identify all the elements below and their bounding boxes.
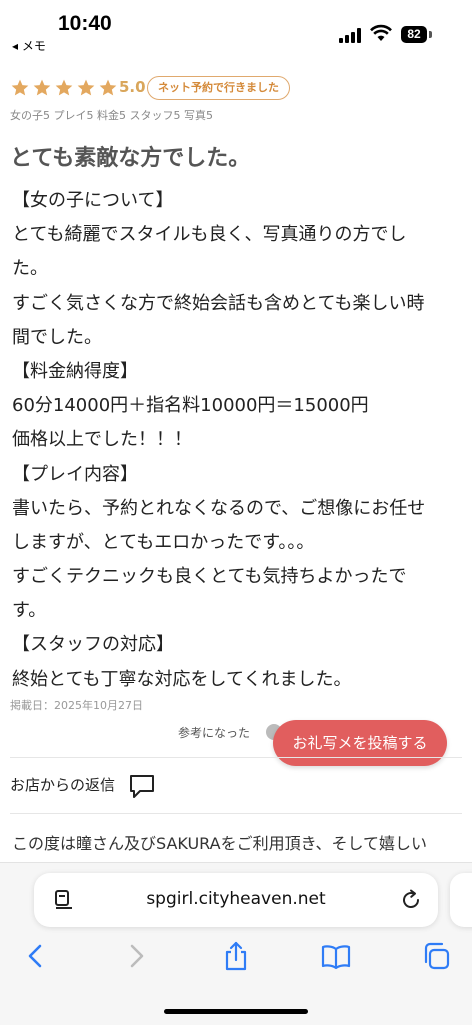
signal-icon [339,27,363,43]
star-icon [77,79,95,96]
review-line: とても綺麗でスタイルも良く、写真通りの方でし [12,224,407,246]
category-scores: 女の子5 プレイ5 料金5 スタッフ5 写真5 [10,109,213,122]
tabs-icon[interactable] [420,940,452,972]
review-line: 終始とても丁寧な対応をしてくれました。 [12,668,352,690]
helpful-label: 参考になった [178,726,251,740]
star-rating [10,78,118,98]
post-thank-you-photo-button[interactable]: お礼写メを投稿する [273,720,447,766]
review-line: 【スタッフの対応】 [12,634,174,656]
review-title: とても素敵な方でした。 [10,146,251,171]
shop-reply-text: この度は瞳さん及びSAKURAをご利用頂き、そして嬉しい [12,834,427,853]
net-reservation-badge: ネット予約で行きました [147,76,290,100]
divider [10,757,462,758]
review-line: す。 [12,600,47,622]
back-to-app-link[interactable]: ◂ メモ [12,37,46,54]
review-line: 【女の子について】 [12,190,174,211]
battery-cap [429,31,432,38]
review-line: 【プレイ内容】 [12,463,138,485]
star-icon [99,79,117,96]
bookmarks-icon[interactable] [320,940,352,972]
divider [10,813,462,814]
review-line: 間でした。 [12,326,102,348]
star-icon [33,79,51,96]
rating-value: 5.0 [119,78,146,96]
status-bar: 10:40 ◂ メモ 82 [0,0,472,60]
review-line: 書いたら、予約とれなくなるので、ご想像にお任せ [12,497,426,519]
review-line: すごく気さくな方で終始会話も含めとても楽しい時 [12,292,425,314]
wifi-icon [370,24,392,41]
review-line: 60分14000円＋指名料10000円＝15000円 [12,395,369,417]
shop-reply-heading[interactable]: お店からの返信 [10,774,115,795]
review-line: 【料金納得度】 [12,360,138,382]
review-body: 【女の子について】 とても綺麗でスタイルも良く、写真通りの方でし た。 すごく気… [12,184,464,697]
back-icon[interactable] [20,940,52,972]
review-line: しますが、とてもエロかったです。。。 [12,531,315,553]
next-tab-peek[interactable] [450,873,472,927]
review-line: た。 [12,258,48,280]
review-line: 価格以上でした！！！ [12,429,192,451]
home-indicator [164,1009,308,1014]
star-icon [55,79,73,96]
share-icon[interactable] [220,940,252,972]
posted-date: 掲載日：2025年10月27日 [10,699,143,712]
star-icon [11,79,29,96]
url-text[interactable]: spgirl.cityheaven.net [34,889,438,909]
address-bar[interactable]: spgirl.cityheaven.net [34,873,438,927]
forward-icon[interactable] [120,940,152,972]
battery-icon: 82 [401,26,427,43]
status-time: 10:40 [58,12,112,35]
review-line: すごくテクニックも良くとても気持ちよかったで [12,566,407,588]
comment-icon[interactable] [128,772,156,800]
reload-icon[interactable] [400,889,422,911]
